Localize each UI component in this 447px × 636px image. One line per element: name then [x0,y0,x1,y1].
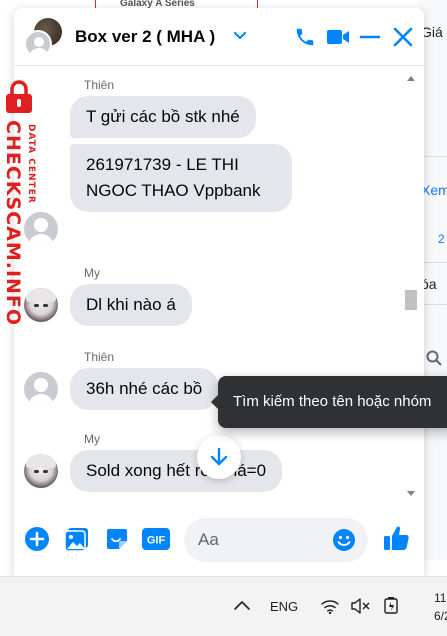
message-bubble[interactable]: Dl khi nào á [70,284,192,326]
chat-title[interactable]: Box ver 2 ( MHA ) [75,27,215,47]
speaker-muted-icon[interactable] [350,597,370,615]
composer: GIF [14,514,424,564]
video-call-button[interactable] [325,24,351,50]
clock[interactable]: 11 6/23 [434,589,447,625]
scroll-to-bottom-button[interactable] [197,435,241,479]
chevron-down-icon[interactable] [232,28,248,44]
background-text-price: Giá [421,24,443,40]
gif-label: GIF [147,535,166,547]
thumbs-up-icon [384,526,409,550]
lock-icon [6,80,32,113]
message-bubble[interactable]: Sold xong hết rồi nhá=0 [70,450,283,492]
video-icon [327,30,349,44]
message-bubble[interactable]: 36h nhé các bồ [70,368,219,410]
scroll-up-arrow[interactable] [407,76,415,81]
gif-icon: GIF [142,528,170,550]
more-actions-button[interactable] [24,526,50,552]
image-icon [64,528,88,552]
sender-name: Thiên [84,350,115,364]
group-avatar[interactable] [24,18,62,58]
watermark: CHECKSCAM.INFO DATA CENTER [2,80,46,326]
sender-name: My [84,432,100,446]
clock-date: 6/23 [434,609,447,623]
scrollbar[interactable] [404,70,418,502]
call-button[interactable] [292,24,318,50]
avatar[interactable] [24,454,58,488]
minimize-icon [359,35,381,39]
gif-button[interactable]: GIF [142,526,170,552]
chevron-up-icon[interactable] [232,597,252,615]
member-avatar [24,30,52,58]
message-input[interactable] [198,518,328,562]
sender-name: Thiên [84,78,115,92]
avatar[interactable] [24,372,58,406]
search-tooltip: Tìm kiếm theo tên hoặc nhóm [211,376,447,428]
background-text-count: 2 [438,232,445,246]
like-button[interactable] [383,524,411,552]
chat-window: Box ver 2 ( MHA ) Thiên T gửi các bồ stk… [14,8,424,576]
chat-header: Box ver 2 ( MHA ) [14,8,424,66]
emoji-icon[interactable] [332,528,356,552]
language-indicator[interactable]: ENG [270,599,298,614]
sender-name: My [84,266,100,280]
background-link-view[interactable]: Xem [421,182,447,198]
watermark-text: CHECKSCAM.INFO [2,120,24,327]
phone-icon [296,28,314,46]
message-bubble[interactable]: 261971739 - LE THI NGOC THAO Vppbank [70,144,292,212]
scroll-thumb[interactable] [405,290,417,310]
attach-image-button[interactable] [64,526,90,552]
sticker-icon [107,529,127,549]
watermark-subtext: DATA CENTER [26,124,36,204]
close-icon [393,27,413,47]
battery-icon[interactable] [382,597,402,615]
scroll-down-arrow[interactable] [407,491,415,496]
arrow-down-icon [210,447,228,466]
taskbar: ENG 11 6/23 [0,576,447,636]
message-list[interactable]: Thiên T gửi các bồ stk nhé 261971739 - L… [14,66,424,506]
message-bubble[interactable]: T gửi các bồ stk nhé [70,96,256,138]
wifi-icon[interactable] [320,597,340,615]
clock-time: 11 [434,591,447,605]
close-button[interactable] [390,24,416,50]
sticker-button[interactable] [104,526,130,552]
message-input-box[interactable] [184,518,368,562]
plus-circle-icon [25,527,49,551]
search-icon[interactable] [426,350,442,366]
minimize-button[interactable] [357,24,383,50]
